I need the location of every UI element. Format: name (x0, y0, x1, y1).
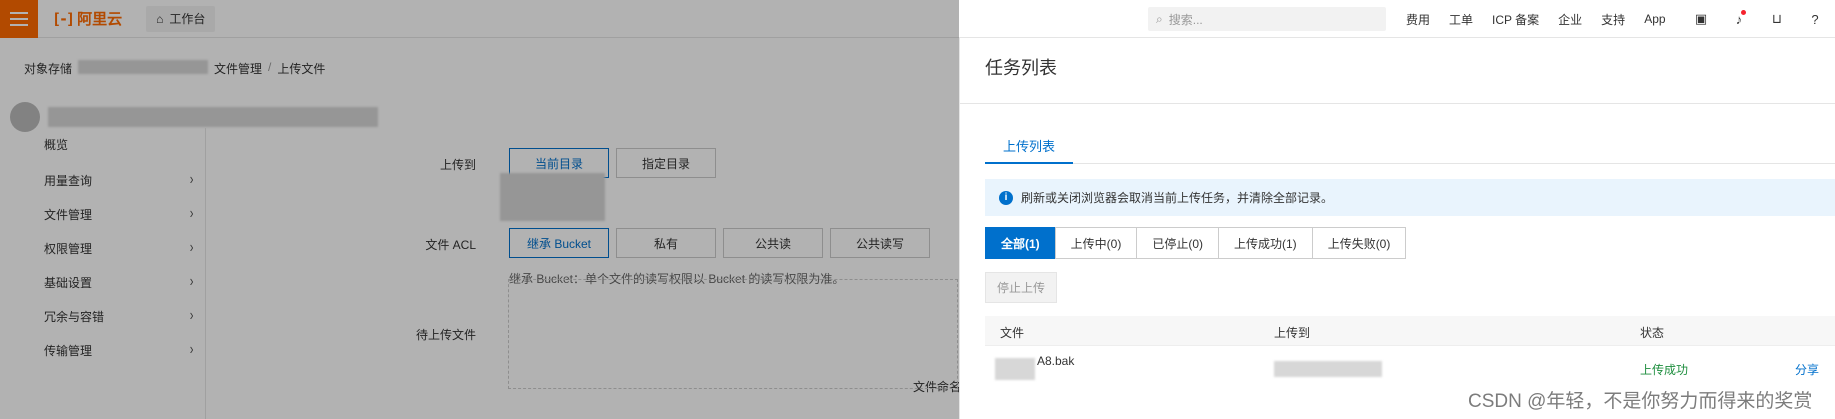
notice-text: 刷新或关闭浏览器会取消当前上传任务，并清除全部记录。 (1021, 191, 1334, 205)
divider (960, 103, 1835, 104)
top-link-app[interactable]: App (1644, 12, 1665, 26)
filter-all[interactable]: 全部(1) (985, 227, 1056, 259)
stop-upload-button[interactable]: 停止上传 (985, 272, 1057, 303)
blurred-filename (995, 358, 1035, 380)
bell-icon[interactable]: ♪ (1731, 10, 1747, 27)
table-header: 文件 上传到 状态 (985, 316, 1835, 346)
drawer-title: 任务列表 (985, 58, 1057, 78)
top-link-billing[interactable]: 费用 (1406, 11, 1430, 28)
column-status: 状态 (1640, 326, 1665, 340)
search-input[interactable]: ⌕ 搜索... (1148, 7, 1386, 31)
filter-uploading[interactable]: 上传中(0) (1054, 227, 1138, 259)
info-icon: i (999, 190, 1013, 205)
filter-failed[interactable]: 上传失败(0) (1311, 227, 1407, 259)
row-file-name: A8.bak (1037, 354, 1075, 368)
top-link-ticket[interactable]: 工单 (1449, 11, 1473, 28)
status-filter-group: 全部(1) 上传中(0) 已停止(0) 上传成功(1) 上传失败(0) (985, 227, 1407, 259)
filter-success[interactable]: 上传成功(1) (1218, 227, 1313, 259)
notice-banner: i 刷新或关闭浏览器会取消当前上传任务，并清除全部记录。 (985, 179, 1835, 216)
top-link-enterprise[interactable]: 企业 (1558, 11, 1582, 28)
row-status: 上传成功 (1640, 363, 1689, 377)
overlay-mask[interactable] (0, 0, 959, 419)
drawer-tabs: 上传列表 (985, 136, 1835, 164)
help-icon[interactable]: ? (1807, 11, 1823, 27)
csdn-watermark: CSDN @年轻，不是你努力而得来的奖赏 (1468, 391, 1813, 412)
column-file: 文件 (1000, 326, 1025, 340)
top-link-support[interactable]: 支持 (1601, 11, 1625, 28)
column-upload-to: 上传到 (1274, 326, 1311, 340)
search-icon: ⌕ (1156, 11, 1163, 26)
top-icons: ▣ ♪ ⊔ ? (1693, 0, 1823, 38)
top-link-icp[interactable]: ICP 备案 (1492, 11, 1539, 28)
top-links: 费用 工单 ICP 备案 企业 支持 App (1406, 0, 1685, 38)
share-link[interactable]: 分享 (1795, 361, 1819, 378)
blurred-destination (1274, 361, 1382, 377)
search-placeholder: 搜索... (1168, 12, 1203, 27)
tab-upload-list[interactable]: 上传列表 (985, 136, 1073, 164)
notification-dot (1741, 10, 1746, 15)
filter-stopped[interactable]: 已停止(0) (1136, 227, 1220, 259)
terminal-icon[interactable]: ▣ (1693, 11, 1709, 27)
task-list-drawer: 任务列表 上传列表 i 刷新或关闭浏览器会取消当前上传任务，并清除全部记录。 全… (959, 38, 1835, 419)
cart-icon[interactable]: ⊔ (1769, 11, 1785, 27)
